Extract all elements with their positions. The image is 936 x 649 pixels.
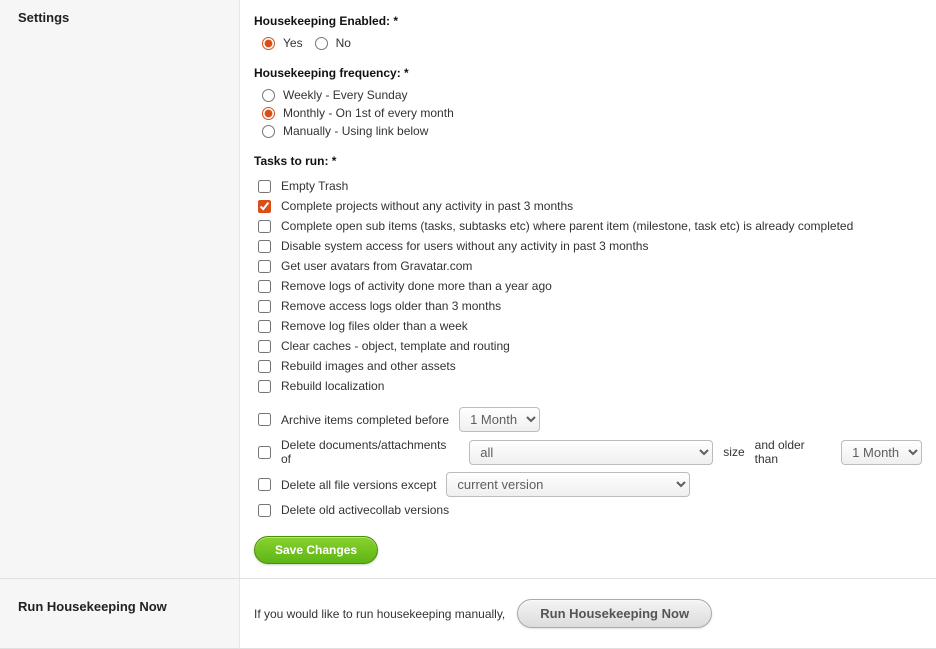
enabled-radio-group: Yes No <box>262 34 922 52</box>
enabled-label: Housekeeping Enabled: * <box>254 14 922 28</box>
enabled-yes-label: Yes <box>283 36 303 50</box>
file-versions-checkbox[interactable] <box>258 478 271 491</box>
delete-docs-age-select[interactable]: 1 Month <box>841 440 922 465</box>
delete-docs-label: Delete documents/attachments of <box>281 438 459 466</box>
task-checkbox[interactable] <box>258 300 271 313</box>
frequency-monthly-label: Monthly - On 1st of every month <box>283 106 454 120</box>
frequency-label: Housekeeping frequency: * <box>254 66 922 80</box>
run-housekeeping-button[interactable]: Run Housekeeping Now <box>517 599 712 628</box>
task-row: Rebuild localization <box>258 376 922 396</box>
task-file-versions-row: Delete all file versions except current … <box>258 469 922 500</box>
task-label: Complete open sub items (tasks, subtasks… <box>281 219 853 233</box>
task-delete-old-ac-row: Delete old activecollab versions <box>258 500 922 520</box>
task-row: Empty Trash <box>258 176 922 196</box>
frequency-radio-group: Weekly - Every Sunday Monthly - On 1st o… <box>262 86 922 140</box>
task-row: Remove access logs older than 3 months <box>258 296 922 316</box>
delete-docs-older-text: and older than <box>755 438 832 466</box>
archive-checkbox[interactable] <box>258 413 271 426</box>
task-label: Clear caches - object, template and rout… <box>281 339 510 353</box>
task-label: Empty Trash <box>281 179 348 193</box>
task-row: Complete open sub items (tasks, subtasks… <box>258 216 922 236</box>
task-row: Get user avatars from Gravatar.com <box>258 256 922 276</box>
task-label: Remove access logs older than 3 months <box>281 299 501 313</box>
task-checkbox[interactable] <box>258 260 271 273</box>
task-label: Rebuild localization <box>281 379 384 393</box>
task-checkbox[interactable] <box>258 220 271 233</box>
save-button[interactable]: Save Changes <box>254 536 378 564</box>
frequency-weekly-radio[interactable] <box>262 89 275 102</box>
task-checkbox[interactable] <box>258 380 271 393</box>
task-label: Get user avatars from Gravatar.com <box>281 259 472 273</box>
task-label: Disable system access for users without … <box>281 239 648 253</box>
task-row: Remove logs of activity done more than a… <box>258 276 922 296</box>
tasks-label: Tasks to run: * <box>254 154 922 168</box>
delete-docs-size-select[interactable]: all <box>469 440 713 465</box>
task-checkbox[interactable] <box>258 280 271 293</box>
delete-docs-size-text: size <box>723 445 744 459</box>
frequency-manual-label: Manually - Using link below <box>283 124 428 138</box>
task-row: Remove log files older than a week <box>258 316 922 336</box>
frequency-manual-radio[interactable] <box>262 125 275 138</box>
tasks-complex-list: Archive items completed before 1 Month D… <box>258 404 922 520</box>
task-archive-row: Archive items completed before 1 Month <box>258 404 922 435</box>
file-versions-label: Delete all file versions except <box>281 478 436 492</box>
task-checkbox[interactable] <box>258 180 271 193</box>
task-row: Disable system access for users without … <box>258 236 922 256</box>
frequency-monthly-radio[interactable] <box>262 107 275 120</box>
task-checkbox[interactable] <box>258 240 271 253</box>
enabled-no-radio[interactable] <box>315 37 328 50</box>
archive-period-select[interactable]: 1 Month <box>459 407 540 432</box>
task-label: Remove logs of activity done more than a… <box>281 279 552 293</box>
task-checkbox[interactable] <box>258 360 271 373</box>
sidebar-run-now: Run Housekeeping Now <box>0 579 240 649</box>
delete-old-ac-label: Delete old activecollab versions <box>281 503 449 517</box>
task-label: Rebuild images and other assets <box>281 359 456 373</box>
delete-old-ac-checkbox[interactable] <box>258 504 271 517</box>
task-checkbox[interactable] <box>258 340 271 353</box>
frequency-weekly-label: Weekly - Every Sunday <box>283 88 408 102</box>
task-label: Complete projects without any activity i… <box>281 199 573 213</box>
enabled-no-label: No <box>336 36 351 50</box>
task-checkbox[interactable] <box>258 200 271 213</box>
task-row: Rebuild images and other assets <box>258 356 922 376</box>
settings-heading: Settings <box>18 10 69 25</box>
task-checkbox[interactable] <box>258 320 271 333</box>
archive-label: Archive items completed before <box>281 413 449 427</box>
run-section: If you would like to run housekeeping ma… <box>240 579 936 649</box>
task-delete-docs-row: Delete documents/attachments of all size… <box>258 435 922 469</box>
enabled-yes-radio[interactable] <box>262 37 275 50</box>
task-row: Clear caches - object, template and rout… <box>258 336 922 356</box>
run-prompt-text: If you would like to run housekeeping ma… <box>254 607 505 621</box>
tasks-list: Empty Trash Complete projects without any… <box>258 176 922 396</box>
delete-docs-checkbox[interactable] <box>258 446 271 459</box>
run-heading: Run Housekeeping Now <box>18 599 167 614</box>
task-label: Remove log files older than a week <box>281 319 468 333</box>
file-versions-select[interactable]: current version <box>446 472 690 497</box>
sidebar-settings: Settings <box>0 0 240 579</box>
task-row: Complete projects without any activity i… <box>258 196 922 216</box>
settings-form: Housekeeping Enabled: * Yes No Housekeep… <box>240 0 936 579</box>
